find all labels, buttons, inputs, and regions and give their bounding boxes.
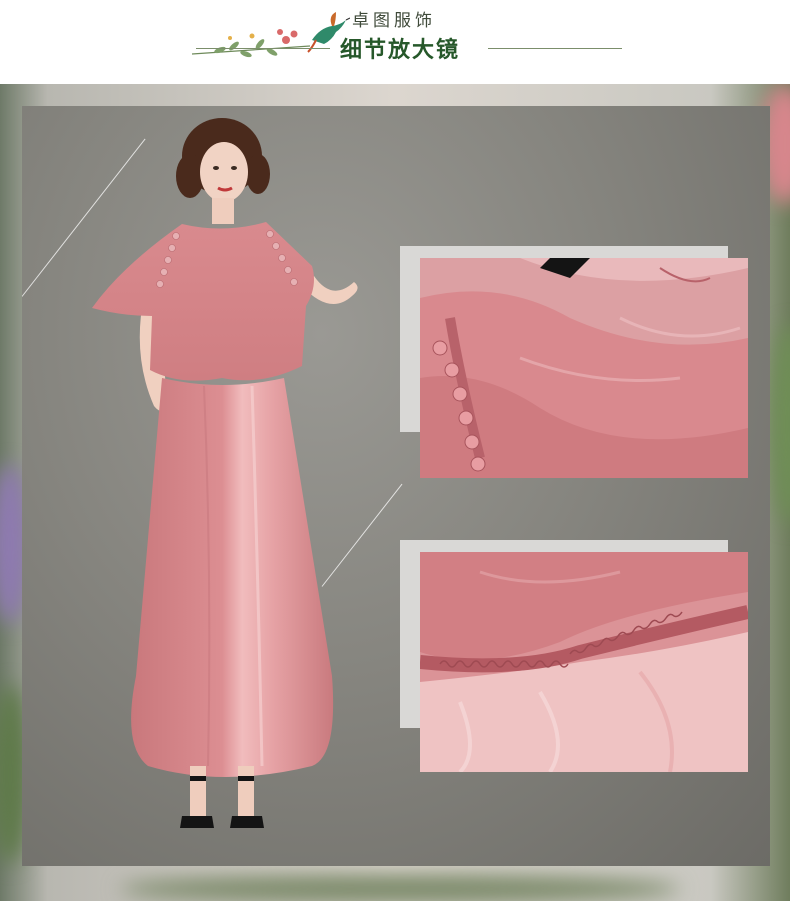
detail-showcase xyxy=(0,84,790,901)
detail-photo-shoulder xyxy=(420,258,748,478)
model-photo xyxy=(92,118,358,828)
background-foliage xyxy=(120,874,680,901)
brand-name: 卓图服饰 xyxy=(352,11,436,31)
divider-right xyxy=(488,48,622,49)
waist-detail-image xyxy=(420,552,748,772)
divider-left xyxy=(196,48,330,49)
shoulder-detail-image xyxy=(420,258,748,478)
background-leaf xyxy=(770,324,790,524)
section-title: 细节放大镜 xyxy=(340,37,461,63)
studio-backdrop xyxy=(22,106,770,866)
detail-photo-waist xyxy=(420,552,748,772)
header: 卓图服饰 细节放大镜 xyxy=(0,0,790,84)
